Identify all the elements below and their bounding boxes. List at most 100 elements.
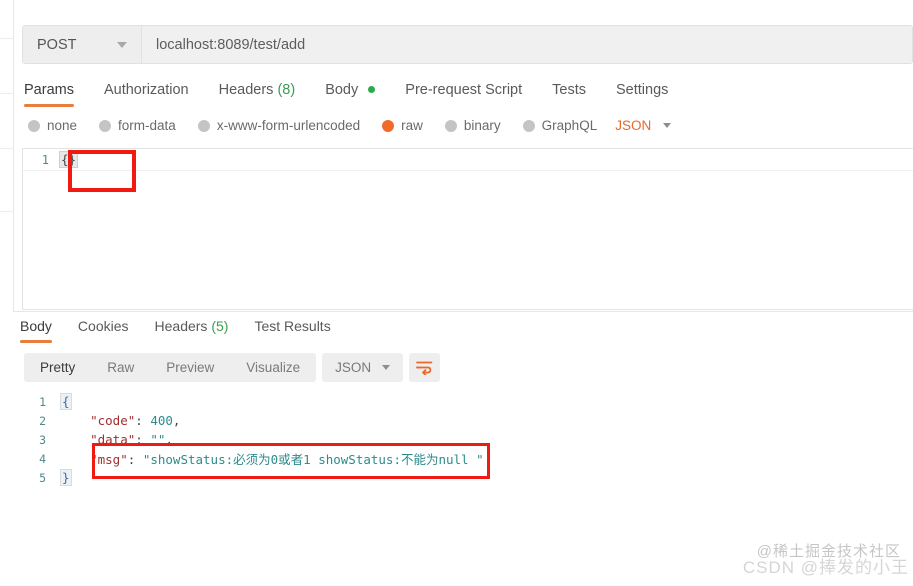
- view-mode-visualize[interactable]: Visualize: [230, 353, 316, 382]
- body-type-label: raw: [401, 118, 423, 133]
- line-number: 2: [39, 413, 46, 428]
- tab-label: Pre-request Script: [405, 82, 523, 98]
- json-sep: :: [135, 413, 151, 428]
- radio-selected-icon: [382, 119, 395, 132]
- body-type-binary[interactable]: binary: [444, 118, 501, 133]
- request-tabs: Params Authorization Headers (8) Body Pr…: [24, 78, 698, 107]
- response-code: "data": "",: [60, 432, 173, 447]
- tab-label: Headers: [154, 318, 208, 334]
- json-brace: }: [60, 469, 72, 486]
- body-type-raw[interactable]: raw: [382, 118, 423, 133]
- response-tab-headers[interactable]: Headers (5): [155, 316, 229, 343]
- response-code: }: [60, 469, 72, 486]
- response-tabs: Body Cookies Headers (5) Test Results: [20, 316, 357, 343]
- line-number: 1: [39, 394, 46, 409]
- tab-label: Params: [24, 82, 74, 98]
- rail-divider: [0, 93, 14, 94]
- response-divider: [14, 311, 913, 312]
- response-line: 3 "data": "",: [38, 430, 913, 449]
- line-number: 5: [39, 470, 46, 485]
- tab-pre-request-script[interactable]: Pre-request Script: [405, 78, 522, 107]
- tab-body[interactable]: Body: [325, 78, 376, 107]
- word-wrap-icon: [416, 361, 433, 375]
- tab-headers[interactable]: Headers (8): [219, 78, 296, 107]
- view-mode-pretty[interactable]: Pretty: [24, 353, 91, 382]
- body-present-dot-icon: [368, 86, 376, 93]
- word-wrap-button[interactable]: [409, 353, 441, 382]
- response-tab-cookies[interactable]: Cookies: [78, 316, 129, 343]
- editor-line: 1 {}: [23, 149, 913, 171]
- body-type-label: binary: [463, 118, 501, 133]
- json-sep: :: [127, 452, 143, 467]
- request-url-input[interactable]: [142, 26, 912, 63]
- response-format-toolbar: Pretty Raw Preview Visualize JSON: [24, 353, 441, 382]
- raw-format-select[interactable]: JSON: [615, 118, 672, 133]
- view-mode-label: Pretty: [40, 360, 76, 375]
- chevron-down-icon: [117, 41, 127, 48]
- tab-authorization[interactable]: Authorization: [104, 78, 189, 107]
- tab-label: Body: [325, 82, 359, 98]
- body-type-label: GraphQL: [541, 118, 598, 133]
- chevron-down-icon: [382, 365, 391, 370]
- left-sidebar-rail: [0, 0, 14, 312]
- json-brace: {: [60, 393, 72, 410]
- body-type-urlencoded[interactable]: x-www-form-urlencoded: [197, 118, 361, 133]
- rail-divider: [0, 38, 14, 39]
- response-line: 4 "msg": "showStatus:必须为0或者1 showStatus:…: [38, 449, 913, 468]
- response-line: 1 {: [38, 392, 913, 411]
- view-mode-raw[interactable]: Raw: [91, 353, 150, 382]
- http-method-select[interactable]: POST: [23, 26, 142, 63]
- rail-divider: [0, 148, 14, 149]
- response-line: 2 "code": 400,: [38, 411, 913, 430]
- view-mode-label: Visualize: [246, 360, 301, 375]
- rail-divider: [0, 211, 14, 212]
- editor-content: {}: [59, 151, 79, 168]
- tab-settings[interactable]: Settings: [616, 78, 668, 107]
- raw-format-label: JSON: [615, 118, 652, 133]
- json-comma: ,: [172, 413, 181, 428]
- response-tab-body[interactable]: Body: [20, 316, 52, 343]
- body-type-form-data[interactable]: form-data: [99, 118, 176, 133]
- line-number: 1: [41, 152, 49, 167]
- headers-count: (5): [211, 318, 229, 334]
- chevron-down-icon: [663, 123, 672, 128]
- response-view-mode-group: Pretty Raw Preview Visualize: [24, 353, 317, 382]
- response-code: {: [60, 393, 72, 410]
- radio-icon: [522, 119, 535, 132]
- response-format-label: JSON: [335, 360, 372, 375]
- body-type-label: x-www-form-urlencoded: [216, 118, 361, 133]
- tab-label: Authorization: [103, 82, 189, 98]
- json-sep: :: [135, 432, 151, 447]
- body-type-graphql[interactable]: GraphQL: [522, 118, 598, 133]
- response-format-select[interactable]: JSON: [322, 353, 404, 382]
- response-code: "code": 400,: [60, 413, 180, 428]
- line-number: 4: [39, 451, 46, 466]
- response-code: "msg": "showStatus:必须为0或者1 showStatus:不能…: [60, 449, 484, 468]
- request-body-editor[interactable]: 1 {}: [22, 148, 913, 310]
- request-bar: POST: [22, 25, 913, 64]
- view-mode-preview[interactable]: Preview: [150, 353, 230, 382]
- json-value: "": [150, 432, 166, 447]
- json-value: 400: [150, 413, 173, 428]
- tab-tests[interactable]: Tests: [552, 78, 586, 107]
- radio-icon: [28, 119, 40, 132]
- tab-label: Tests: [552, 82, 586, 98]
- response-tab-test-results[interactable]: Test Results: [254, 316, 330, 343]
- body-type-label: none: [47, 118, 78, 133]
- tab-label: Settings: [615, 82, 669, 98]
- body-type-none[interactable]: none: [28, 118, 77, 133]
- radio-icon: [197, 119, 210, 132]
- headers-count: (8): [277, 82, 296, 98]
- tab-label: Test Results: [254, 318, 331, 334]
- json-key: "code": [90, 413, 136, 428]
- line-number: 3: [39, 432, 46, 447]
- tab-label: Headers: [218, 82, 274, 98]
- json-key: "msg": [90, 452, 128, 467]
- tab-label: Body: [20, 318, 52, 334]
- radio-icon: [99, 119, 112, 132]
- http-method-label: POST: [37, 36, 77, 53]
- json-comma: ,: [165, 432, 173, 447]
- response-body-viewer[interactable]: 1 { 2 "code": 400, 3 "data": "", 4 "msg"…: [38, 392, 913, 586]
- body-type-radio-group: none form-data x-www-form-urlencoded raw…: [28, 118, 672, 133]
- tab-params[interactable]: Params: [24, 78, 74, 107]
